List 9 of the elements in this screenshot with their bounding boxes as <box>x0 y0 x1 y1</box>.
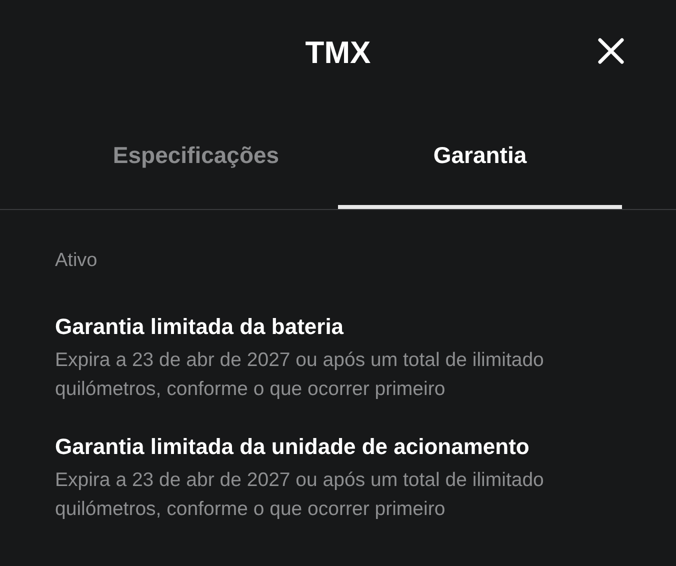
page-title: TMX <box>305 35 371 71</box>
warranty-description: Expira a 23 de abr de 2027 ou após um total de ilimitado quilómetros, conforme o que ocorrer primeiro <box>55 468 545 522</box>
tab[interactable]: Garantia <box>338 106 622 209</box>
warranty-description: Expira a 23 de abr de 2027 ou após um total de ilimitado quilómetros, conforme o que ocorrer primeiro <box>55 348 545 402</box>
section-heading: Ativo <box>55 250 98 272</box>
warranty-title: Garantia limitada da bateria <box>55 314 345 340</box>
close-icon[interactable] <box>598 38 624 64</box>
warranty-title: Garantia limitada da unidade de acionamento <box>55 434 530 460</box>
tab[interactable]: Especificações <box>54 106 338 209</box>
